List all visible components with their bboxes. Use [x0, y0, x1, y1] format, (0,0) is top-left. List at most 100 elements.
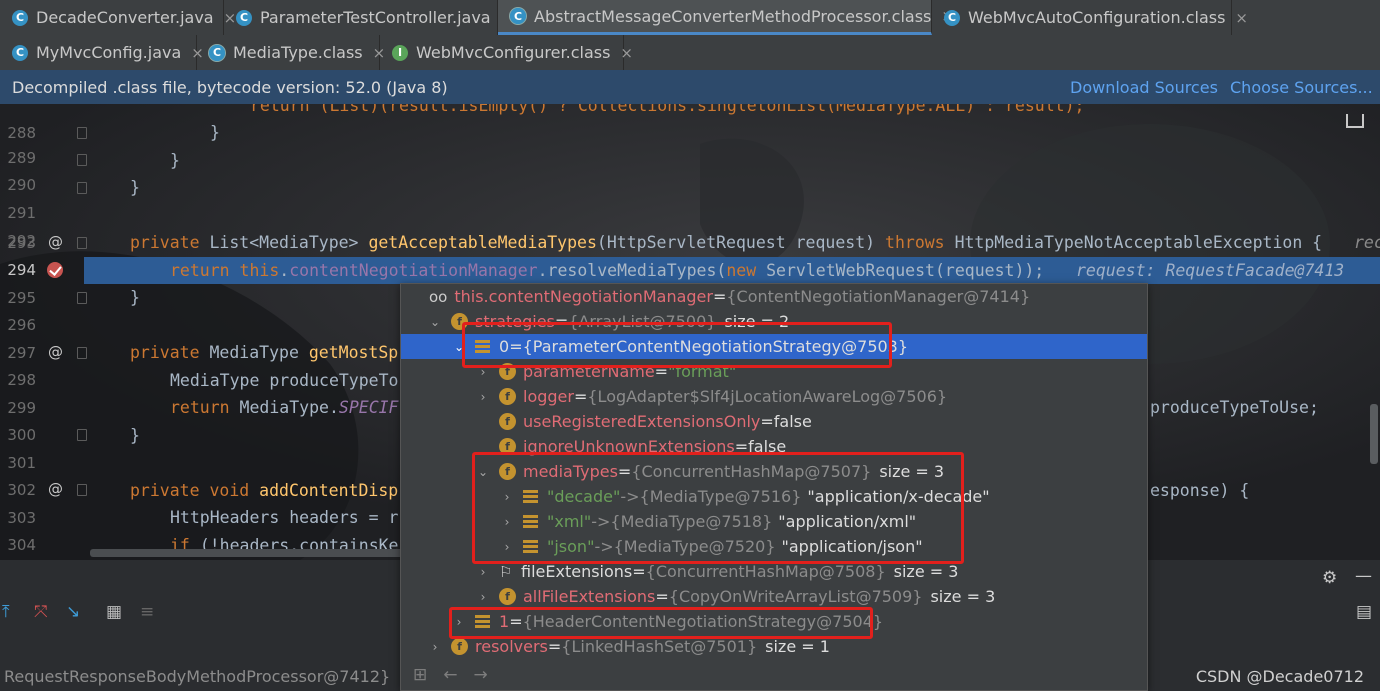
line-number-current: 294	[7, 261, 36, 279]
tree-node-root[interactable]: oo this.contentNegotiationManager = {Con…	[401, 284, 1147, 309]
tab-decade-converter[interactable]: C DecadeConverter.java ×	[0, 0, 236, 35]
node-value: false	[773, 412, 812, 431]
fold-marker[interactable]	[77, 484, 87, 496]
field-icon: f	[499, 413, 516, 430]
chevron-down-icon[interactable]: ⌄	[429, 315, 441, 329]
inline-debug-value: request: RequestFacade@7413	[1076, 261, 1345, 280]
tree-node-all-file-extensions[interactable]: › f allFileExtensions = {CopyOnWriteArra…	[401, 584, 1147, 609]
chevron-right-icon[interactable]: ›	[429, 640, 441, 654]
tree-node-use-registered[interactable]: f useRegisteredExtensionsOnly = false	[401, 409, 1147, 434]
override-marker-icon[interactable]: @	[48, 343, 63, 361]
fold-marker[interactable]	[77, 429, 87, 441]
tab-label: ParameterTestController.java	[260, 8, 491, 27]
node-name: resolvers	[475, 637, 548, 656]
chevron-right-icon[interactable]: ›	[477, 590, 489, 604]
step-out-icon[interactable]: ⤒	[2, 602, 10, 622]
node-name: logger	[523, 387, 574, 406]
node-size: size = 3	[893, 562, 959, 581]
code-text: MediaType produceTypeTo	[170, 371, 399, 390]
download-sources-link[interactable]: Download Sources	[1070, 78, 1218, 97]
interface-icon: I	[392, 44, 408, 61]
tab-label: WebMvcConfigurer.class	[416, 43, 611, 62]
fold-marker[interactable]	[77, 182, 87, 194]
line-number: 291	[7, 204, 36, 222]
layout-icon[interactable]: ▤	[1356, 602, 1372, 622]
run-to-cursor-icon[interactable]: ↘	[66, 602, 80, 622]
gear-icon[interactable]: ⚙	[1322, 568, 1337, 588]
breakpoint-icon[interactable]	[47, 262, 63, 278]
tab-row-1: C DecadeConverter.java × C ParameterTest…	[0, 0, 1248, 35]
code-text: HttpHeaders headers = r	[170, 508, 399, 527]
line-number: 290	[7, 176, 36, 194]
chevron-right-icon[interactable]: ›	[477, 390, 489, 404]
node-value: {LinkedHashSet@7501}	[561, 637, 758, 656]
code-text: (HttpServletRequest request)	[596, 233, 886, 252]
debug-value-popup[interactable]: oo this.contentNegotiationManager = {Con…	[400, 283, 1148, 691]
node-value: {ConcurrentHashMap@7508}	[645, 562, 886, 581]
code-text: return	[170, 261, 240, 280]
tab-webmvc-auto-configuration[interactable]: C WebMvcAutoConfiguration.class ×	[932, 0, 1248, 35]
reader-mode-icon[interactable]	[1346, 114, 1364, 128]
annotation-box	[472, 452, 964, 564]
tab-abstract-message-converter[interactable]: C AbstractMessageConverterMethodProcesso…	[498, 0, 954, 35]
node-name: fileExtensions	[521, 562, 633, 581]
horizontal-scrollbar[interactable]	[90, 549, 410, 557]
tab-parameter-test-controller[interactable]: C ParameterTestController.java ×	[224, 0, 513, 35]
fold-marker[interactable]	[77, 347, 87, 359]
code-text: MediaType.	[239, 398, 339, 417]
code-line-current: return this.contentNegotiationManager.re…	[170, 257, 1044, 284]
chevron-right-icon[interactable]: ›	[477, 565, 489, 579]
minimize-icon[interactable]: —	[1355, 566, 1372, 586]
fold-marker[interactable]	[77, 292, 87, 304]
code-text: }	[130, 426, 140, 445]
tab-label: MediaType.class	[233, 43, 363, 62]
fold-marker[interactable]	[77, 127, 87, 139]
choose-sources-link[interactable]: Choose Sources...	[1230, 78, 1373, 97]
code-line-fragment: produceTypeToUse;	[1150, 398, 1319, 417]
tab-my-mvc-config[interactable]: C MyMvcConfig.java ×	[0, 35, 204, 70]
tab-label: AbstractMessageConverterMethodProcessor.…	[534, 6, 932, 26]
code-text: addContentDisp	[259, 481, 399, 500]
code-text: }	[130, 288, 140, 307]
close-icon[interactable]: ×	[1235, 9, 1248, 27]
code-line: private void addContentDisp	[130, 477, 398, 504]
override-marker-icon[interactable]: @	[48, 480, 63, 498]
vertical-scrollbar[interactable]	[1370, 404, 1378, 464]
forward-arrow-icon[interactable]: →	[474, 665, 488, 685]
code-text: private	[130, 343, 210, 362]
code-text: private void	[130, 481, 260, 500]
node-name: useRegisteredExtensionsOnly	[523, 412, 761, 431]
drop-frame-icon[interactable]: ⤧	[34, 602, 48, 622]
code-text: HttpMediaTypeNotAcceptableException {	[954, 233, 1323, 252]
fold-marker[interactable]	[77, 237, 87, 249]
back-arrow-icon[interactable]: ←	[443, 665, 457, 685]
code-line: return MediaType.SPECIF	[170, 394, 399, 421]
code-line: private List<MediaType> getAcceptableMed…	[130, 229, 1322, 256]
code-text: }	[170, 151, 180, 170]
code-text: private	[130, 233, 210, 252]
annotation-box	[449, 607, 873, 639]
watch-glasses-icon: oo	[429, 287, 448, 306]
close-icon[interactable]: ×	[620, 44, 633, 62]
code-line: return (List)(result.isEmpty() ? Collect…	[250, 104, 1084, 119]
tab-label: WebMvcAutoConfiguration.class	[968, 8, 1226, 27]
code-line: }	[210, 119, 220, 146]
fold-marker[interactable]	[77, 154, 87, 166]
class-icon: C	[12, 44, 28, 61]
popup-tree-icon[interactable]: ⊞	[413, 665, 427, 685]
code-text: List<MediaType>	[209, 233, 369, 252]
line-number: 298	[7, 371, 36, 389]
code-text: MediaType	[209, 343, 309, 362]
tab-webmvc-configurer[interactable]: I WebMvcConfigurer.class ×	[380, 35, 633, 70]
tree-node-logger[interactable]: › f logger = {LogAdapter$Slf4jLocationAw…	[401, 384, 1147, 409]
code-text: return	[170, 398, 240, 417]
override-marker-icon[interactable]: @	[48, 233, 63, 251]
field-icon: f	[451, 638, 468, 655]
tab-media-type[interactable]: C MediaType.class ×	[197, 35, 385, 70]
code-text: }	[130, 178, 140, 197]
node-name: allFileExtensions	[523, 587, 656, 606]
evaluate-expression-icon[interactable]: ▦	[106, 602, 122, 622]
code-text: new	[726, 261, 767, 280]
trace-icon[interactable]: ≡	[140, 602, 154, 622]
code-text: ServletWebRequest(request));	[766, 261, 1045, 280]
